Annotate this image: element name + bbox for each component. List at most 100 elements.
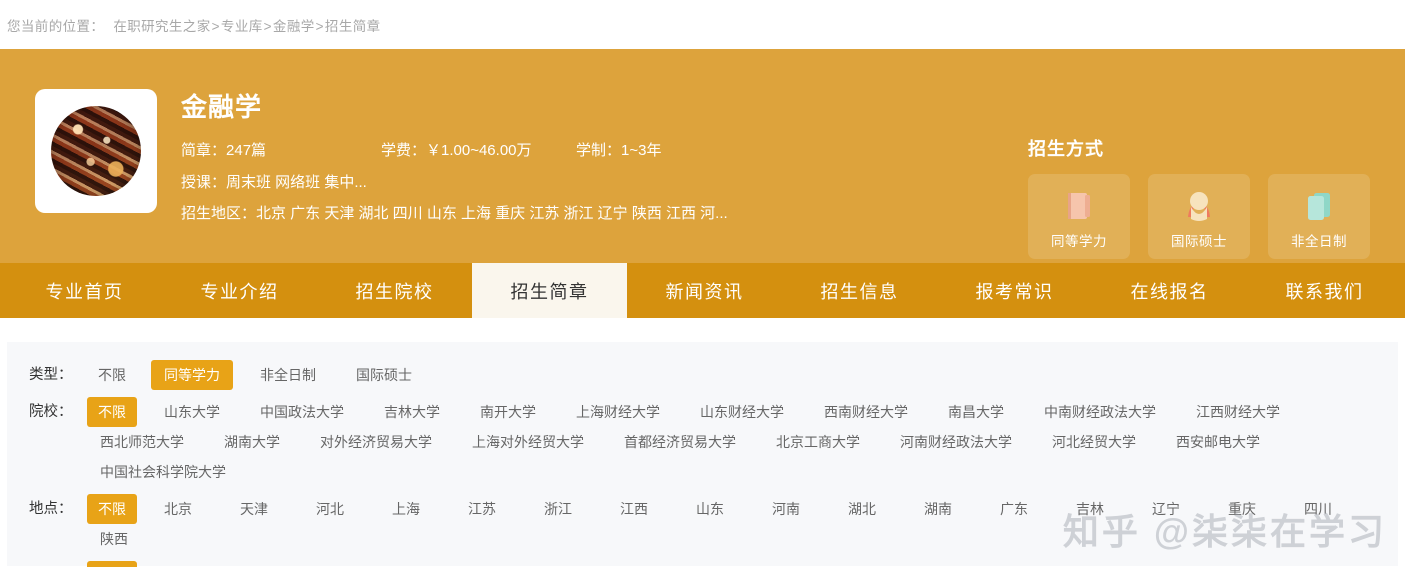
breadcrumb-item-current: 招生简章 bbox=[324, 18, 381, 34]
filter-option-school-9[interactable]: 中南财经政法大学 bbox=[1031, 397, 1169, 427]
filter-option-location-4[interactable]: 上海 bbox=[379, 494, 433, 524]
filter-option-type-parttime[interactable]: 非全日制 bbox=[247, 360, 329, 390]
filter-option-tuition-all[interactable]: 不限 bbox=[87, 561, 137, 567]
enrollment-card-international[interactable]: 国际硕士 bbox=[1148, 174, 1250, 259]
hero-text-block: 金融学 简章：247篇 学费：￥1.00~46.00万 学制：1~3年 授课：周… bbox=[181, 87, 728, 233]
filter-option-location-11[interactable]: 湖南 bbox=[911, 494, 965, 524]
filter-option-school-15[interactable]: 首都经济贸易大学 bbox=[611, 427, 749, 457]
filter-option-school-5[interactable]: 上海财经大学 bbox=[563, 397, 673, 427]
breadcrumb-item-home[interactable]: 在职研究生之家 bbox=[113, 19, 210, 34]
enrollment-card-equivalent[interactable]: 同等学力 bbox=[1028, 174, 1130, 259]
enrollment-method-cards: 同等学力 国际硕士 非全日制 bbox=[1028, 174, 1370, 259]
meta-brochures-value: 247篇 bbox=[226, 141, 267, 159]
enrollment-regions: 招生地区：北京 广东 天津 湖北 四川 山东 上海 重庆 江苏 浙江 辽宁 陕西… bbox=[181, 204, 728, 222]
enrollment-card-label: 非全日制 bbox=[1291, 234, 1347, 249]
nav-item-brochures[interactable]: 招生简章 bbox=[472, 263, 627, 318]
filter-option-location-14[interactable]: 辽宁 bbox=[1139, 494, 1193, 524]
filter-option-location-17[interactable]: 陕西 bbox=[87, 524, 141, 554]
filter-option-location-1[interactable]: 北京 bbox=[151, 494, 205, 524]
filter-option-location-all[interactable]: 不限 bbox=[87, 494, 137, 524]
nav-item-online-apply[interactable]: 在线报名 bbox=[1092, 263, 1247, 318]
filter-option-school-17[interactable]: 河南财经政法大学 bbox=[887, 427, 1025, 457]
filter-option-tuition-5[interactable]: 30001~40000元 bbox=[735, 561, 861, 567]
filter-panel: 类型： 不限 同等学力 非全日制 国际硕士 院校： 不限 山东大学 中国政法大学… bbox=[7, 342, 1398, 567]
page-title: 金融学 bbox=[181, 92, 263, 122]
enrollment-methods-title: 招生方式 bbox=[1028, 139, 1104, 159]
filter-option-tuition-1[interactable]: 1000~10000元 bbox=[151, 561, 269, 567]
filter-option-school-13[interactable]: 对外经济贸易大学 bbox=[307, 427, 445, 457]
filter-option-location-3[interactable]: 河北 bbox=[303, 494, 357, 524]
filter-options-school: 不限 山东大学 中国政法大学 吉林大学 南开大学 上海财经大学 山东财经大学 西… bbox=[87, 397, 1380, 487]
breadcrumb-item-majors[interactable]: 专业库 bbox=[221, 19, 263, 34]
filter-row-school: 院校： 不限 山东大学 中国政法大学 吉林大学 南开大学 上海财经大学 山东财经… bbox=[7, 397, 1398, 487]
hero-banner: 金融学 简章：247篇 学费：￥1.00~46.00万 学制：1~3年 授课：周… bbox=[0, 49, 1405, 263]
breadcrumb-separator: > bbox=[263, 18, 272, 34]
filter-option-location-8[interactable]: 山东 bbox=[683, 494, 737, 524]
meta-duration: 学制：1~3年 bbox=[576, 139, 661, 160]
filter-option-school-6[interactable]: 山东财经大学 bbox=[687, 397, 797, 427]
filter-option-school-12[interactable]: 湖南大学 bbox=[211, 427, 293, 457]
meta-duration-label: 学制： bbox=[576, 141, 622, 159]
filter-option-location-9[interactable]: 河南 bbox=[759, 494, 813, 524]
meta-brochures: 简章：247篇 bbox=[181, 139, 381, 160]
filter-option-school-4[interactable]: 南开大学 bbox=[467, 397, 549, 427]
filter-option-location-6[interactable]: 浙江 bbox=[531, 494, 585, 524]
nav-item-exam-basics[interactable]: 报考常识 bbox=[937, 263, 1092, 318]
filter-option-school-3[interactable]: 吉林大学 bbox=[371, 397, 453, 427]
filter-options-type: 不限 同等学力 非全日制 国际硕士 bbox=[87, 360, 1380, 390]
filter-label-school: 院校： bbox=[29, 404, 73, 420]
filter-label-type: 类型： bbox=[29, 367, 73, 383]
filter-option-tuition-3[interactable]: 15001~20000元 bbox=[439, 561, 565, 567]
documents-icon bbox=[1300, 187, 1338, 225]
filter-option-location-5[interactable]: 江苏 bbox=[455, 494, 509, 524]
filter-option-school-16[interactable]: 北京工商大学 bbox=[763, 427, 873, 457]
filter-option-location-7[interactable]: 江西 bbox=[607, 494, 661, 524]
filter-option-location-15[interactable]: 重庆 bbox=[1215, 494, 1269, 524]
meta-tuition: 学费：￥1.00~46.00万 bbox=[381, 139, 576, 160]
meta-tuition-value: ￥1.00~46.00万 bbox=[426, 141, 532, 159]
nav-item-contact-us[interactable]: 联系我们 bbox=[1247, 263, 1402, 318]
filter-option-tuition-2[interactable]: 10001~15000元 bbox=[291, 561, 417, 567]
filter-option-school-20[interactable]: 中国社会科学院大学 bbox=[87, 457, 239, 487]
enrollment-card-parttime[interactable]: 非全日制 bbox=[1268, 174, 1370, 259]
main-nav: 专业首页 专业介绍 招生院校 招生简章 新闻资讯 招生信息 报考常识 在线报名 … bbox=[0, 263, 1405, 318]
filter-option-school-14[interactable]: 上海对外经贸大学 bbox=[459, 427, 597, 457]
filter-option-school-19[interactable]: 西安邮电大学 bbox=[1163, 427, 1273, 457]
breadcrumb-separator: > bbox=[211, 18, 220, 34]
nav-item-enrollment-info[interactable]: 招生信息 bbox=[782, 263, 937, 318]
filter-option-school-8[interactable]: 南昌大学 bbox=[935, 397, 1017, 427]
graduate-person-icon bbox=[1180, 187, 1218, 225]
page-root: 您当前的位置： 在职研究生之家>专业库>金融学>招生简章 金融学 简章：247篇 … bbox=[0, 0, 1405, 567]
breadcrumb: 您当前的位置： 在职研究生之家>专业库>金融学>招生简章 bbox=[7, 15, 381, 35]
filter-option-school-1[interactable]: 山东大学 bbox=[151, 397, 233, 427]
filter-option-type-international[interactable]: 国际硕士 bbox=[343, 360, 425, 390]
filter-row-type: 类型： 不限 同等学力 非全日制 国际硕士 bbox=[7, 360, 1398, 390]
nav-item-major-intro[interactable]: 专业介绍 bbox=[162, 263, 317, 318]
filter-option-location-13[interactable]: 吉林 bbox=[1063, 494, 1117, 524]
nav-item-news[interactable]: 新闻资讯 bbox=[627, 263, 782, 318]
hero-meta-row: 简章：247篇 学费：￥1.00~46.00万 学制：1~3年 bbox=[181, 139, 728, 160]
breadcrumb-prefix: 您当前的位置： bbox=[7, 18, 105, 34]
enrollment-card-label: 国际硕士 bbox=[1171, 234, 1227, 249]
filter-option-tuition-6[interactable]: 40001~50000元 bbox=[883, 561, 1009, 567]
filter-option-type-all[interactable]: 不限 bbox=[87, 360, 137, 390]
filter-option-location-2[interactable]: 天津 bbox=[227, 494, 281, 524]
filter-option-school-7[interactable]: 西南财经大学 bbox=[811, 397, 921, 427]
filter-option-school-11[interactable]: 西北师范大学 bbox=[87, 427, 197, 457]
enrollment-methods: 招生方式 同等学力 国际硕士 非全日制 bbox=[1028, 135, 1370, 259]
nav-item-schools[interactable]: 招生院校 bbox=[317, 263, 472, 318]
nav-item-major-home[interactable]: 专业首页 bbox=[7, 263, 162, 318]
filter-option-location-16[interactable]: 四川 bbox=[1291, 494, 1345, 524]
filter-option-school-all[interactable]: 不限 bbox=[87, 397, 137, 427]
major-thumbnail bbox=[35, 89, 157, 213]
filter-option-school-18[interactable]: 河北经贸大学 bbox=[1039, 427, 1149, 457]
breadcrumb-item-finance[interactable]: 金融学 bbox=[273, 19, 315, 34]
filter-option-type-equivalent[interactable]: 同等学力 bbox=[151, 360, 233, 390]
breadcrumb-bar: 您当前的位置： 在职研究生之家>专业库>金融学>招生简章 bbox=[0, 0, 1405, 49]
filter-row-location: 地点： 不限 北京 天津 河北 上海 江苏 浙江 江西 山东 河南 湖北 湖南 … bbox=[7, 494, 1398, 554]
filter-option-school-2[interactable]: 中国政法大学 bbox=[247, 397, 357, 427]
filter-option-location-12[interactable]: 广东 bbox=[987, 494, 1041, 524]
filter-option-location-10[interactable]: 湖北 bbox=[835, 494, 889, 524]
filter-option-school-10[interactable]: 江西财经大学 bbox=[1183, 397, 1293, 427]
filter-option-tuition-4[interactable]: 20001~30000元 bbox=[587, 561, 713, 567]
